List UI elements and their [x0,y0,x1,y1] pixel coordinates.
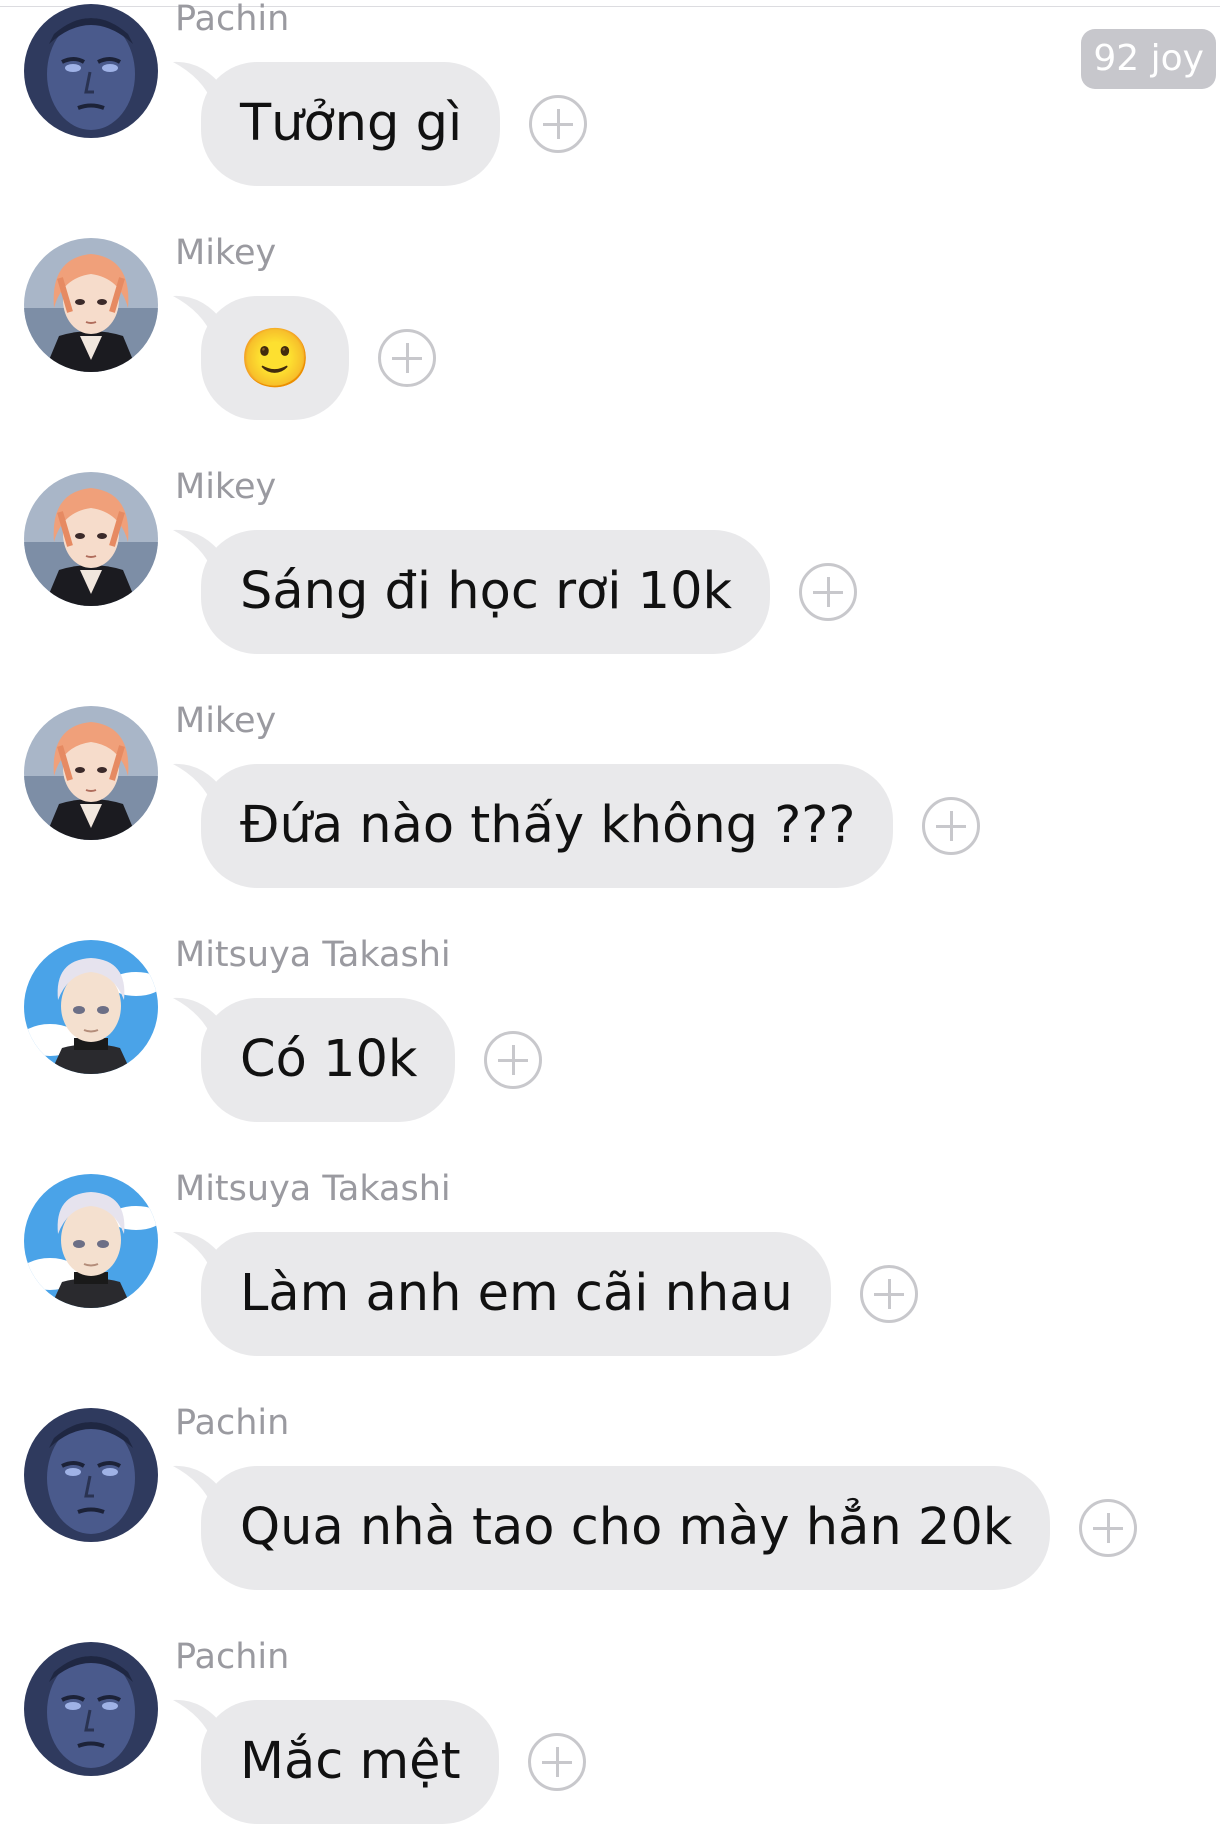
avatar-mitsuya[interactable] [24,940,158,1074]
add-reaction-icon[interactable] [1079,1499,1137,1557]
avatar-mitsuya[interactable] [24,1174,158,1308]
sender-name: Mikey [175,701,277,741]
add-reaction-icon[interactable] [922,797,980,855]
message-bubble[interactable]: Sáng đi học rơi 10k [201,530,771,654]
message-row: Mikey Đứa nào thấy không ??? [0,701,1220,896]
avatar-mikey[interactable] [24,706,158,840]
avatar-mikey[interactable] [24,472,158,606]
add-reaction-icon[interactable] [860,1265,918,1323]
add-reaction-icon[interactable] [799,563,857,621]
avatar-pachin[interactable] [24,1408,158,1542]
sender-name: Pachin [175,1637,290,1677]
message-bubble[interactable]: Tưởng gì [201,62,501,186]
add-reaction-icon[interactable] [484,1031,542,1089]
avatar-pachin[interactable] [24,4,158,138]
avatar-mikey[interactable] [24,238,158,372]
message-row: Pachin Qua nhà tao cho mày hẳn 20k [0,1403,1220,1598]
message-row: Pachin Tưởng gì [0,0,1220,194]
add-reaction-icon[interactable] [529,95,587,153]
add-reaction-icon[interactable] [528,1733,586,1791]
message-bubble[interactable]: Có 10k [201,998,456,1122]
message-row: Pachin Mắc mệt [0,1637,1220,1832]
message-bubble[interactable]: Mắc mệt [201,1700,499,1824]
message-row: Mikey 🙂 [0,233,1220,428]
message-bubble[interactable]: Đứa nào thấy không ??? [201,764,894,888]
avatar-pachin[interactable] [24,1642,158,1776]
message-row: Mitsuya Takashi Làm anh em cãi nhau [0,1169,1220,1364]
message-row: Mikey Sáng đi học rơi 10k [0,467,1220,662]
message-bubble[interactable]: Làm anh em cãi nhau [201,1232,831,1356]
message-bubble[interactable]: 🙂 [201,296,350,420]
message-bubble[interactable]: Qua nhà tao cho mày hẳn 20k [201,1466,1051,1590]
sender-name: Mitsuya Takashi [175,1169,451,1209]
sender-name: Mikey [175,467,277,507]
add-reaction-icon[interactable] [378,329,436,387]
sender-name: Mitsuya Takashi [175,935,451,975]
message-row: Mitsuya Takashi Có 10k [0,935,1220,1130]
sender-name: Mikey [175,233,277,273]
sender-name: Pachin [175,1403,290,1443]
sender-name: Pachin [175,0,290,39]
